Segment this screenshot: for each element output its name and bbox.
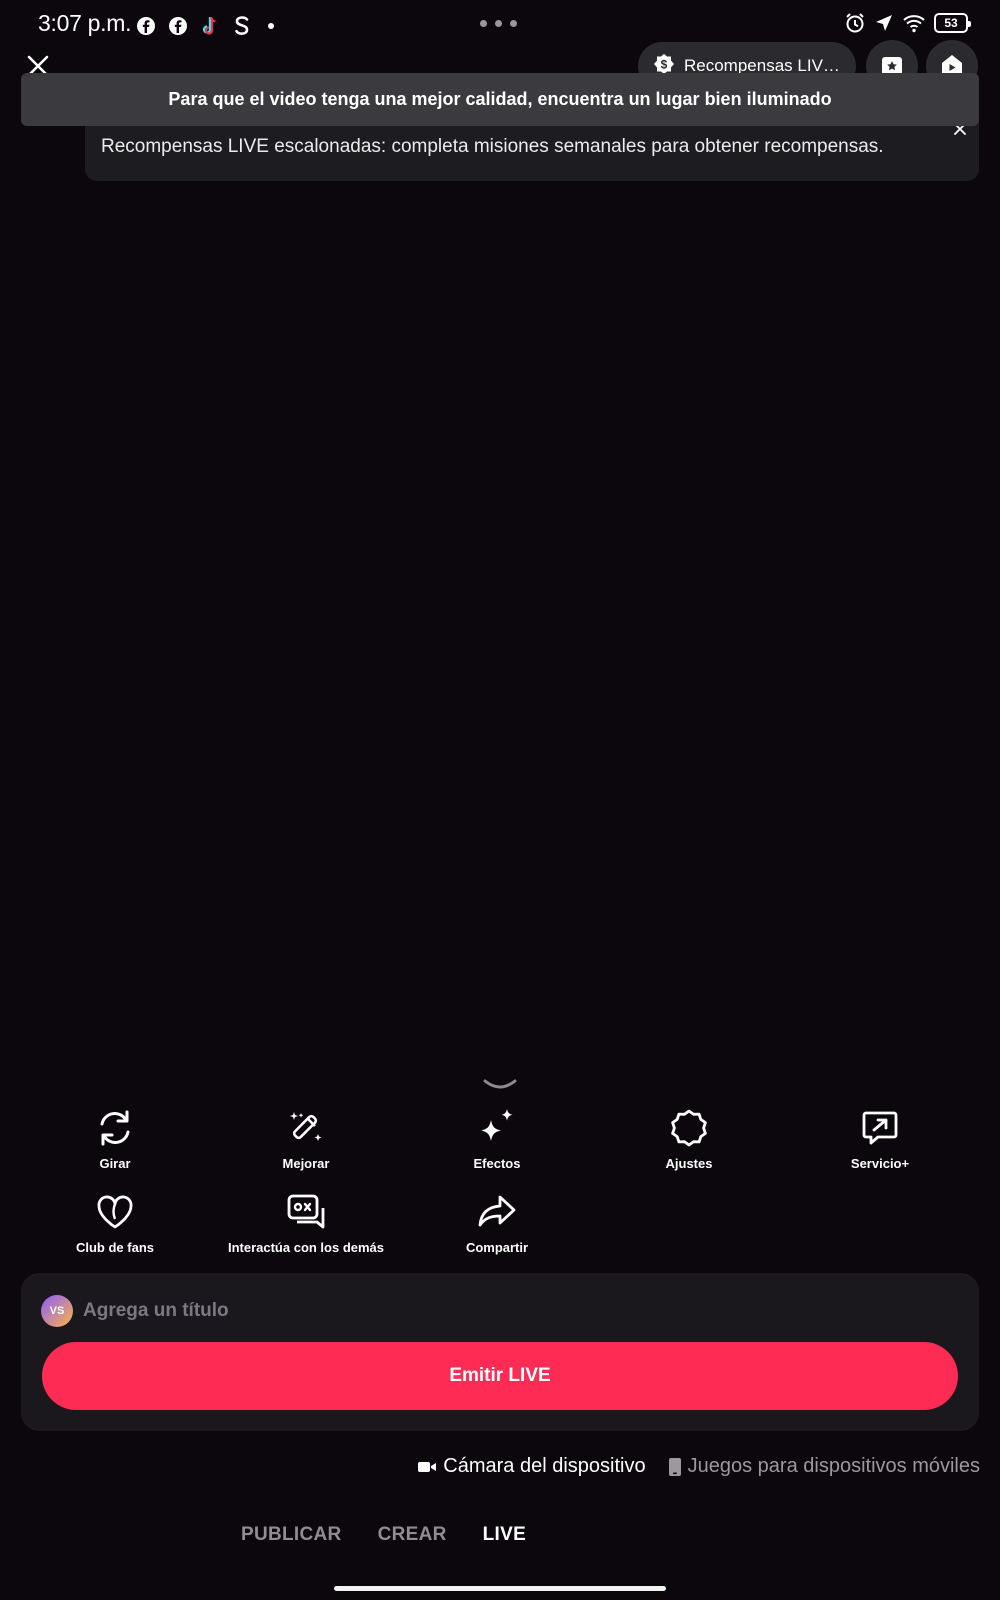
source-selector: Cámara del dispositivo Juegos para dispo… bbox=[417, 1455, 980, 1478]
tool-label: Ajustes bbox=[665, 1156, 713, 1171]
battery-icon: 53 bbox=[934, 13, 971, 33]
service-icon bbox=[862, 1111, 898, 1145]
toast-message: Para que el video tenga una mejor calida… bbox=[168, 89, 832, 109]
dot-indicator bbox=[268, 23, 274, 29]
facebook-icon bbox=[137, 17, 155, 35]
s-app-icon bbox=[235, 16, 249, 36]
tool-label: Mejorar bbox=[282, 1156, 330, 1171]
wifi-icon bbox=[903, 15, 925, 33]
tab-create[interactable]: CREAR bbox=[378, 1524, 447, 1546]
tool-service[interactable]: Servicio+ bbox=[785, 1106, 975, 1171]
tool-label: Girar bbox=[99, 1156, 131, 1171]
tab-publish[interactable]: PUBLICAR bbox=[241, 1524, 342, 1546]
source-mobile-games[interactable]: Juegos para dispositivos móviles bbox=[668, 1455, 980, 1478]
magic-wand-icon bbox=[290, 1112, 322, 1141]
heart-icon bbox=[97, 1195, 133, 1229]
tool-label: Efectos bbox=[473, 1156, 521, 1171]
tool-label: Interactúa con los demás bbox=[227, 1240, 385, 1255]
interact-icon bbox=[287, 1194, 325, 1229]
tool-interact[interactable]: Interactúa con los demás bbox=[211, 1190, 401, 1255]
go-live-panel: VS Emitir LIVE bbox=[21, 1273, 979, 1431]
avatar-text: VS bbox=[49, 1305, 65, 1317]
notification-icons bbox=[136, 14, 274, 38]
facebook-icon bbox=[169, 17, 187, 35]
sparkles-icon bbox=[481, 1109, 513, 1141]
source-camera[interactable]: Cámara del dispositivo bbox=[417, 1455, 646, 1478]
svg-text:$: $ bbox=[661, 58, 668, 72]
tool-effects[interactable]: Efectos bbox=[402, 1106, 592, 1171]
settings-icon bbox=[671, 1109, 707, 1147]
tab-live[interactable]: LIVE bbox=[483, 1524, 526, 1546]
tool-rotate[interactable]: Girar bbox=[20, 1106, 210, 1171]
go-live-button[interactable]: Emitir LIVE bbox=[42, 1342, 958, 1410]
live-setup-screen: 3:07 p.m. 53 $ Recompensas LIVE... Para … bbox=[0, 0, 1000, 1600]
tool-enhance[interactable]: Mejorar bbox=[211, 1106, 401, 1171]
tool-label: Compartir bbox=[465, 1240, 529, 1255]
more-dots-icon[interactable] bbox=[480, 20, 517, 27]
mode-tabs: PUBLICAR CREAR LIVE bbox=[241, 1524, 526, 1546]
tool-fan-club[interactable]: Club de fans bbox=[20, 1190, 210, 1255]
share-icon bbox=[478, 1195, 516, 1227]
status-time: 3:07 p.m. bbox=[38, 10, 132, 36]
lighting-toast: Para que el video tenga una mejor calida… bbox=[21, 73, 979, 126]
status-bar: 3:07 p.m. 53 bbox=[0, 0, 1000, 52]
tiktok-icon bbox=[202, 16, 216, 35]
avatar[interactable]: VS bbox=[41, 1295, 73, 1327]
tool-label: Servicio+ bbox=[850, 1156, 910, 1171]
source-camera-label: Cámara del dispositivo bbox=[443, 1455, 646, 1477]
rotate-icon bbox=[100, 1110, 130, 1146]
source-mobile-games-label: Juegos para dispositivos móviles bbox=[687, 1455, 980, 1477]
chevron-down-icon[interactable] bbox=[482, 1077, 518, 1091]
home-indicator[interactable] bbox=[334, 1586, 666, 1591]
battery-level: 53 bbox=[944, 16, 958, 30]
alarm-icon bbox=[846, 13, 864, 33]
video-camera-icon bbox=[418, 1461, 437, 1472]
tip-message: Recompensas LIVE escalonadas: completa m… bbox=[101, 136, 884, 157]
tool-share[interactable]: Compartir bbox=[402, 1190, 592, 1255]
system-icons: 53 bbox=[844, 12, 971, 34]
location-icon bbox=[876, 15, 892, 31]
title-input[interactable] bbox=[83, 1293, 683, 1329]
tool-settings[interactable]: Ajustes bbox=[594, 1106, 784, 1171]
phone-icon bbox=[668, 1457, 681, 1476]
tool-label: Club de fans bbox=[75, 1240, 154, 1255]
rewards-tip: Recompensas LIVE escalonadas: completa m… bbox=[85, 118, 979, 181]
